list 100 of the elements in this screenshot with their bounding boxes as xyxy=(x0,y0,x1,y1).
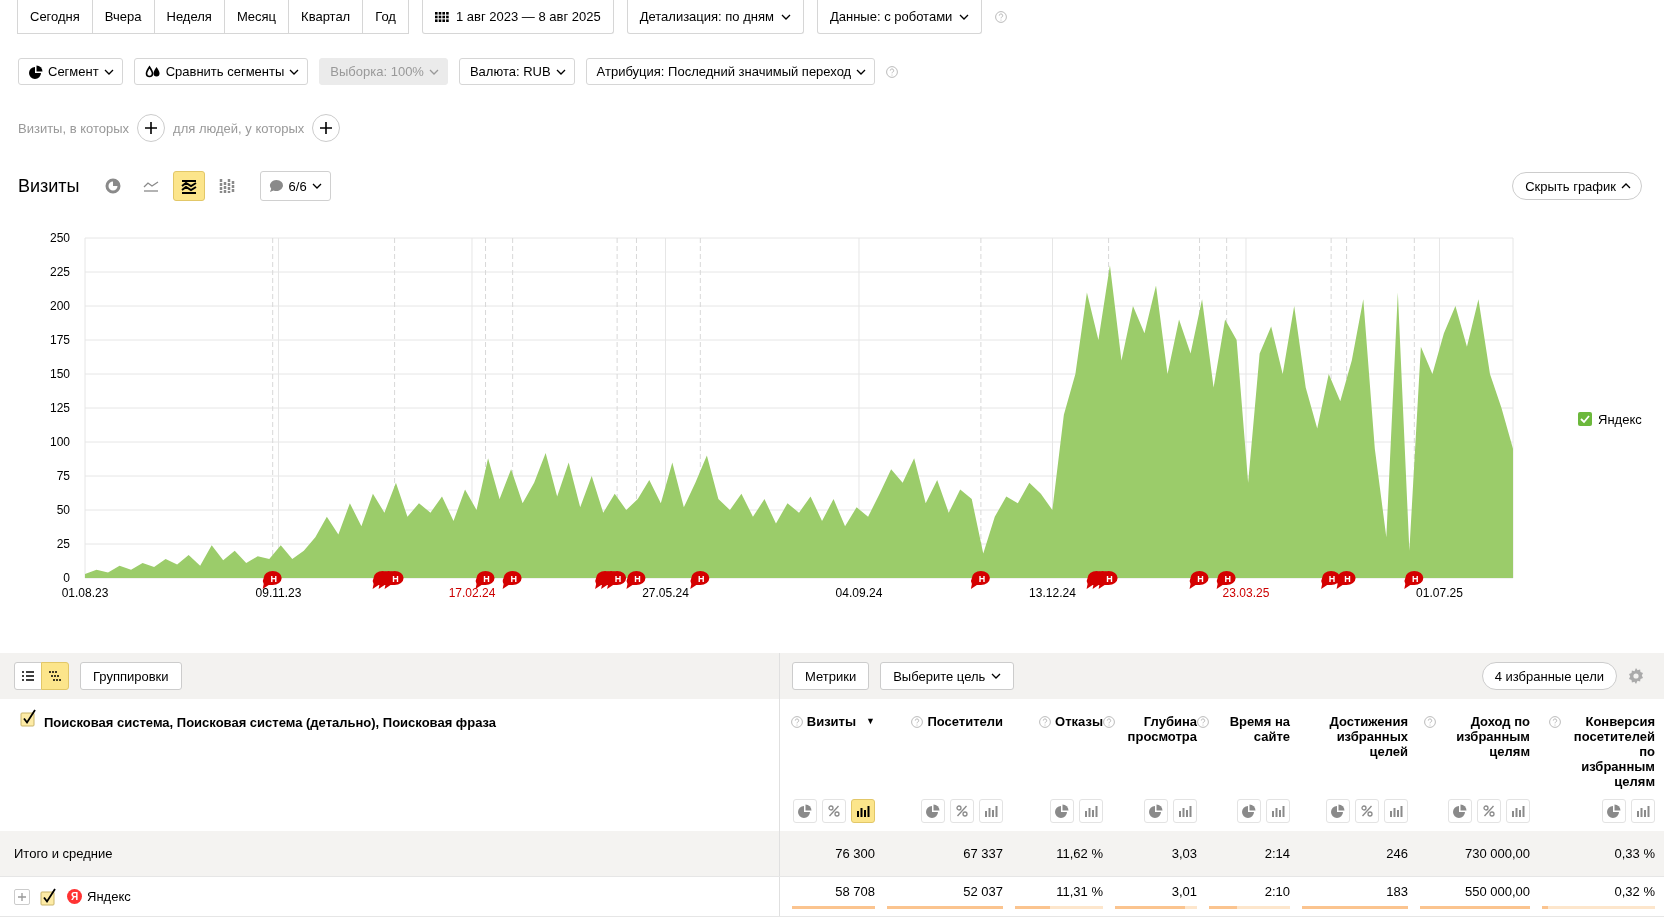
note-marker[interactable]: Н xyxy=(262,571,282,589)
note-marker[interactable]: Н xyxy=(970,571,990,589)
filter-dropdown[interactable]: Сравнить сегменты xyxy=(133,58,309,85)
bar-chart-icon xyxy=(1511,805,1525,817)
checkbox[interactable] xyxy=(40,887,58,906)
caret-icon xyxy=(428,68,439,75)
axis-label: 13.12.24 xyxy=(1029,586,1076,600)
table-cell-text: 183 xyxy=(1385,884,1408,899)
view-mode-button[interactable] xyxy=(14,662,42,690)
table-cell-text: 550 000,00 xyxy=(1463,884,1530,899)
period-tab[interactable]: Сегодня xyxy=(17,0,93,34)
caret-icon xyxy=(311,183,322,189)
axis-label: 23.03.25 xyxy=(1222,586,1270,600)
bar-chart-icon xyxy=(1178,805,1192,817)
area-chart-icon xyxy=(180,178,197,194)
caret-icon xyxy=(103,68,114,75)
column-header[interactable]: Время на сайте xyxy=(1213,714,1290,744)
notes-dropdown[interactable]: 6/6 xyxy=(259,171,331,201)
note-marker[interactable]: Н xyxy=(626,571,646,589)
dropdown[interactable]: Детализация: по дням xyxy=(626,0,804,34)
column-header[interactable]: Достижения избранных целей xyxy=(1318,714,1408,759)
column-header[interactable]: Глубина просмотра xyxy=(1119,714,1197,744)
axis-label: 25 xyxy=(56,537,70,551)
pie-chart-icon xyxy=(104,178,121,194)
table-cell-text: 0,32 % xyxy=(1613,884,1655,899)
search-engine-logo: Я xyxy=(67,889,82,904)
axis-label: 100 xyxy=(49,435,70,449)
plus-icon xyxy=(320,122,333,134)
axis-label: 175 xyxy=(49,333,70,347)
column-header[interactable]: Конверсия посетителей по избранным целям xyxy=(1565,714,1655,789)
pie-chart-icon xyxy=(1453,804,1467,818)
filter-dropdown[interactable]: Атрибуция: Последний значимый переход xyxy=(585,58,876,85)
axis-label: 01.08.23 xyxy=(61,586,109,600)
table-cell-text: 3,01 xyxy=(1170,884,1197,899)
date-range-button[interactable]: 1 авг 2023 — 8 авг 2025 xyxy=(421,0,614,34)
drops-icon xyxy=(144,64,161,79)
period-tab[interactable]: Год xyxy=(362,0,409,34)
expand-button[interactable] xyxy=(14,888,30,905)
filter-dropdown[interactable]: Валюта: RUB xyxy=(458,58,575,85)
line-chart-icon xyxy=(142,180,159,192)
plus-icon xyxy=(18,892,26,901)
bar-chart-icon xyxy=(1636,805,1650,817)
axis-label: 0 xyxy=(63,571,70,585)
caret-icon xyxy=(780,13,791,20)
table-cell: 3,03 xyxy=(1171,846,1197,861)
pie-chart-icon xyxy=(798,804,812,818)
axis-label: 225 xyxy=(49,265,70,279)
pie-chart-icon xyxy=(1149,804,1163,818)
table-cell-text: 11,31 % xyxy=(1055,884,1103,899)
bar-chart-icon xyxy=(1084,805,1098,817)
settings-icon xyxy=(1628,668,1644,684)
axis-label: 17.02.24 xyxy=(448,586,496,600)
favorite-goals-button[interactable]: 4 избранные цели xyxy=(1481,662,1617,690)
row-label[interactable]: Яндекс xyxy=(87,889,131,904)
pie-chart-icon xyxy=(1242,804,1256,818)
chart-title: Визиты xyxy=(18,175,80,197)
column-header[interactable]: Доход по избранным целям xyxy=(1440,714,1530,759)
table-cell: 67 337 xyxy=(963,846,1003,861)
metrics-button[interactable]: Метрики xyxy=(792,662,870,690)
table-cell: 76 300 xyxy=(835,846,875,861)
pie-chart-icon xyxy=(1331,804,1345,818)
bar-chart-icon xyxy=(984,805,998,817)
add-condition-button[interactable] xyxy=(137,114,166,142)
filter-dropdown[interactable]: Сегмент xyxy=(18,58,123,85)
caret-icon xyxy=(289,68,300,75)
add-condition-button[interactable] xyxy=(312,114,341,142)
goal-dropdown[interactable]: Выберите цель xyxy=(880,662,1015,690)
table-cell: 0,33 % xyxy=(1614,846,1655,861)
sort-indicator[interactable]: ▼ xyxy=(866,716,875,726)
pie-chart-icon xyxy=(1607,804,1621,818)
axis-label: 75 xyxy=(56,469,70,483)
hide-chart-button[interactable]: Скрыть график xyxy=(1512,172,1642,200)
chart-type-button[interactable] xyxy=(172,171,205,201)
plus-icon xyxy=(145,122,158,134)
note-marker[interactable]: Н xyxy=(475,571,495,589)
view-mode-button[interactable] xyxy=(41,662,69,690)
note-marker[interactable]: Н xyxy=(1216,571,1236,589)
column-header[interactable]: Отказы xyxy=(1055,714,1103,729)
column-header[interactable]: Визиты xyxy=(806,714,857,729)
note-marker[interactable]: Н xyxy=(502,571,522,589)
dropdown[interactable]: Данные: с роботами xyxy=(816,0,983,34)
axis-label: 150 xyxy=(49,367,70,381)
axis-label: 200 xyxy=(49,299,70,313)
axis-label: 01.07.25 xyxy=(1416,586,1463,600)
groupings-button[interactable]: Группировки xyxy=(80,662,182,690)
legend-checkbox[interactable] xyxy=(1578,412,1592,426)
caret-icon xyxy=(959,13,970,20)
caret-icon xyxy=(856,68,867,75)
condition-label: Визиты, в которых xyxy=(18,120,130,136)
note-marker[interactable]: Н xyxy=(1336,571,1356,589)
help-icon xyxy=(886,65,899,78)
checkbox[interactable] xyxy=(20,709,38,727)
note-marker[interactable]: Н xyxy=(690,571,710,589)
pie-chart-icon xyxy=(29,64,43,79)
table-cell: 11,62 % xyxy=(1056,846,1103,861)
condition-label: для людей, у которых xyxy=(173,120,305,136)
column-view-button[interactable] xyxy=(851,799,875,823)
note-marker[interactable]: Н xyxy=(1189,571,1209,589)
note-marker[interactable]: Н xyxy=(1404,571,1424,589)
column-header[interactable]: Посетители xyxy=(927,714,1003,729)
